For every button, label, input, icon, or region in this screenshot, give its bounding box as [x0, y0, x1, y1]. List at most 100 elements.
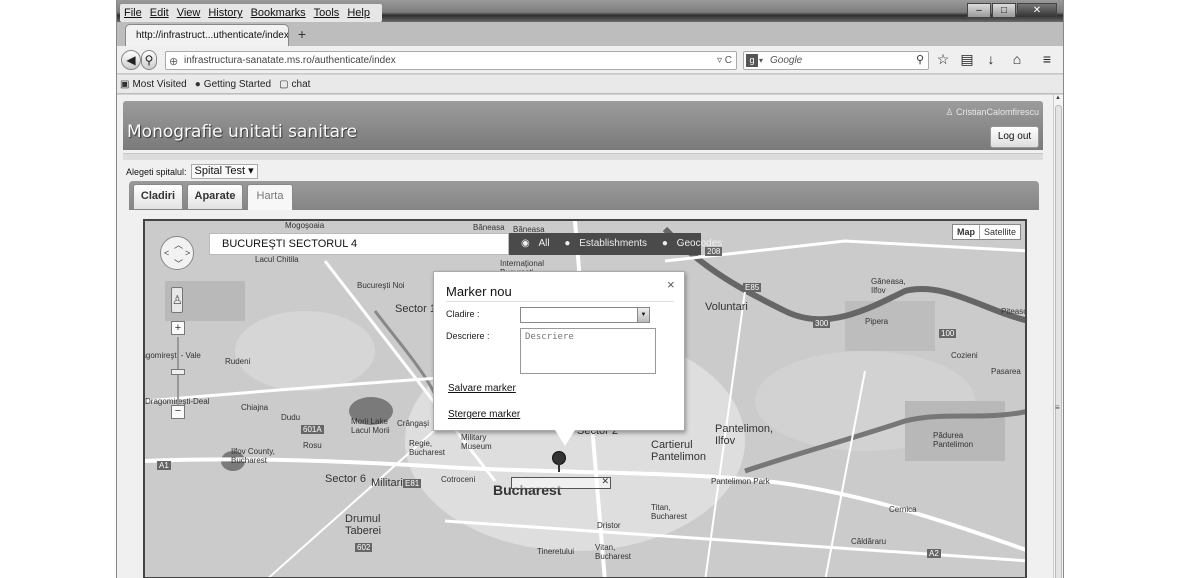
- filter-geocodes[interactable]: ● Geocodes: [662, 238, 728, 249]
- filter-label: Establishments: [579, 238, 648, 249]
- browser-tab[interactable]: http://infrastruct...uthenticate/index: [125, 24, 289, 46]
- chevron-down-icon: ▼: [637, 308, 649, 322]
- app-tabs: Cladiri Aparate Harta: [129, 181, 1039, 210]
- app-header: Monografie unitati sanitare ♙ CristianCa…: [123, 101, 1043, 150]
- map-label: Pantelimon Park: [711, 477, 770, 486]
- map-type-satellite[interactable]: Satellite: [980, 225, 1020, 239]
- scroll-up-icon[interactable]: ▲: [1055, 95, 1061, 101]
- url-bar[interactable]: ⊕ infrastructura-sanatate.ms.ro/authenti…: [165, 51, 737, 70]
- header-divider: [123, 153, 1043, 160]
- map-label: Titan, Bucharest: [651, 503, 688, 521]
- search-input[interactable]: g ▾ Google ⚲: [743, 51, 929, 70]
- tab-aparate[interactable]: Aparate: [187, 184, 243, 209]
- tab-cladiri[interactable]: Cladiri: [133, 184, 183, 209]
- map-label: Drumul Taberei: [345, 513, 382, 537]
- close-window-icon[interactable]: ✕: [1017, 3, 1057, 18]
- bookmark-getting-started[interactable]: ● Getting Started: [195, 79, 271, 90]
- hospital-selector-row: Alegeti spitalul: Spital Test ▾: [126, 164, 258, 179]
- pan-control[interactable]: ︿ ﹀ < >: [160, 236, 194, 270]
- menu-view[interactable]: View: [177, 4, 201, 22]
- identity-key-icon[interactable]: ⚲: [141, 50, 157, 70]
- map-canvas[interactable]: Mogoşoaia Băneasa Băneasa Lacul Chitila …: [143, 219, 1027, 578]
- menu-bookmarks[interactable]: Bookmarks: [251, 4, 306, 22]
- home-icon[interactable]: ⌂: [1007, 51, 1027, 67]
- menu-history[interactable]: History: [208, 4, 242, 22]
- map-label: Ilfov County, Bucharest: [231, 447, 275, 465]
- map-label: Mogoşoaia: [285, 221, 325, 230]
- map-marker-icon[interactable]: [552, 451, 566, 465]
- map-label: Tineretului: [537, 547, 575, 556]
- cladire-label: Cladire :: [446, 309, 480, 319]
- radio-icon: ●: [564, 238, 574, 249]
- magnifier-icon[interactable]: ⚲: [916, 52, 924, 69]
- hamburger-menu-icon[interactable]: ≡: [1037, 51, 1057, 67]
- back-arrow-icon[interactable]: ◀: [121, 50, 141, 70]
- menu-edit[interactable]: Edit: [150, 4, 169, 22]
- download-arrow-icon[interactable]: ↓: [981, 51, 1001, 67]
- window-controls: – □ ✕: [966, 3, 1057, 18]
- map-search-input[interactable]: BUCUREŞTI SECTORUL 4: [209, 233, 509, 255]
- map-type-map[interactable]: Map: [953, 225, 980, 239]
- bookmark-chat[interactable]: ▢ chat: [279, 79, 310, 90]
- url-text: infrastructura-sanatate.ms.ro/authentica…: [184, 55, 396, 66]
- map-label: Lacul Chitila: [255, 255, 299, 264]
- pan-down-icon[interactable]: ﹀: [174, 257, 183, 270]
- map-label: Cernica: [889, 505, 917, 514]
- descriere-input[interactable]: [520, 328, 656, 374]
- pan-right-icon[interactable]: >: [185, 248, 190, 258]
- bookmark-most-visited[interactable]: ▣ Most Visited: [120, 79, 187, 90]
- zoom-out-button[interactable]: −: [171, 405, 185, 419]
- popup-close-icon[interactable]: ×: [667, 277, 675, 292]
- map-label: Regie, Bucharest: [409, 439, 446, 457]
- save-marker-link[interactable]: Salvare marker: [448, 383, 516, 394]
- map-label: Pipera: [865, 317, 889, 326]
- map-label: Cotroceni: [441, 475, 476, 484]
- pan-up-icon[interactable]: ︿: [174, 238, 183, 251]
- road-shield: E85: [743, 283, 762, 292]
- zoom-in-button[interactable]: +: [171, 321, 185, 335]
- star-bookmark-icon[interactable]: ☆: [933, 51, 953, 68]
- road-shield: E81: [403, 479, 422, 488]
- clipboard-icon[interactable]: ▤: [957, 51, 977, 68]
- scrollbar-thumb[interactable]: [1055, 105, 1062, 578]
- tab-harta[interactable]: Harta: [247, 184, 293, 210]
- title-bar: File Edit View History Bookmarks Tools H…: [117, 0, 1063, 22]
- bookmark-folder-icon: ▣: [120, 78, 130, 90]
- minimize-icon[interactable]: –: [967, 3, 991, 18]
- menu-bar: File Edit View History Bookmarks Tools H…: [120, 4, 382, 22]
- delete-marker-link[interactable]: Stergere marker: [448, 409, 520, 420]
- menu-tools[interactable]: Tools: [314, 4, 340, 22]
- page-title: Monografie unitati sanitare: [127, 122, 358, 142]
- vertical-scrollbar[interactable]: ▲ ≡: [1053, 95, 1063, 578]
- menu-help[interactable]: Help: [347, 4, 370, 22]
- chevron-down-icon: ▾: [759, 56, 764, 65]
- popup-title: Marker nou: [446, 284, 512, 299]
- map-label: Dragomireşti - Vale: [145, 351, 201, 360]
- map-label: Crângaşi: [397, 419, 430, 428]
- zoom-slider-handle[interactable]: [171, 369, 185, 375]
- new-tab-button[interactable]: +: [293, 24, 311, 44]
- close-icon[interactable]: ✕: [601, 476, 609, 487]
- street-view-pegman-icon[interactable]: ♙: [171, 287, 183, 313]
- hospital-select[interactable]: Spital Test ▾: [190, 164, 258, 179]
- logout-button[interactable]: Log out: [990, 126, 1039, 148]
- cladire-select[interactable]: ▼: [520, 307, 650, 323]
- map-label: Cartierul Pantelimon: [651, 439, 707, 463]
- map-label: Sector 6: [325, 473, 366, 485]
- marker-popup: × Marker nou Cladire : ▼ Descriere : Sal…: [433, 271, 685, 431]
- maximize-icon[interactable]: □: [992, 3, 1016, 18]
- bookmark-label: Most Visited: [132, 78, 187, 90]
- filter-establishments[interactable]: ● Establishments: [564, 238, 653, 249]
- map-label: Militari: [371, 477, 403, 489]
- menu-file[interactable]: File: [124, 4, 142, 22]
- map-label: Piteasc: [1001, 307, 1027, 316]
- pan-left-icon[interactable]: <: [164, 248, 169, 258]
- user-icon: ♙: [945, 107, 956, 117]
- reload-icon[interactable]: ▿ C: [717, 52, 732, 69]
- search-engine-icon[interactable]: g: [746, 54, 758, 67]
- map-label: Voluntari: [705, 301, 748, 313]
- filter-all[interactable]: ◉ All: [521, 238, 556, 249]
- map-filter-bar: ◉ All ● Establishments ● Geocodes: [509, 233, 722, 255]
- filter-label: All: [538, 238, 550, 249]
- navigation-bar: ◀ ⚲ ⊕ infrastructura-sanatate.ms.ro/auth…: [117, 46, 1063, 74]
